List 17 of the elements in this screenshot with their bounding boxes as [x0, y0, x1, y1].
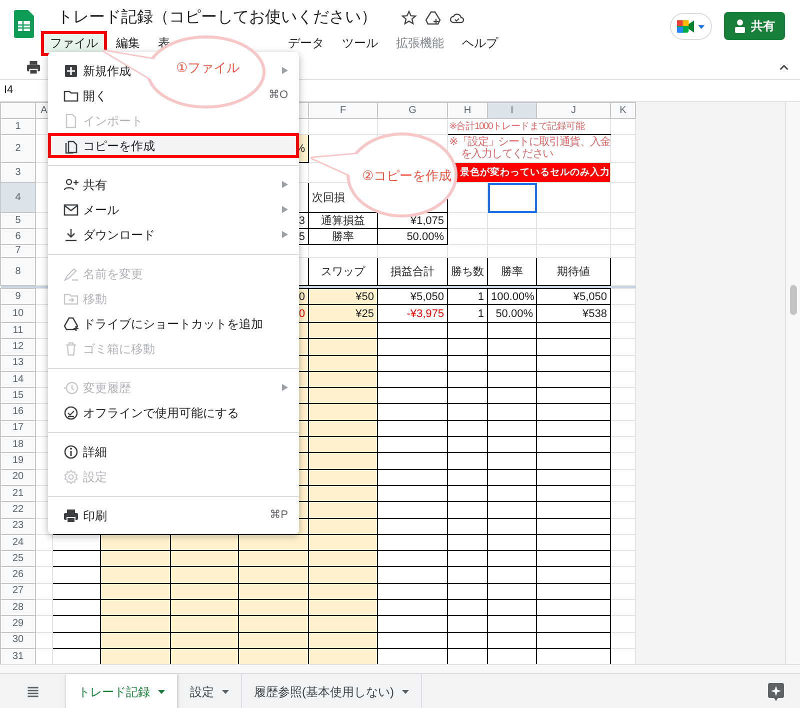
shortcut-text: ⌘P	[270, 508, 288, 524]
shortcut-text: ⌘O	[268, 88, 288, 104]
table-cell: -¥3,975	[378, 304, 448, 322]
table-cell: 通算損益	[308, 212, 378, 228]
callout-text: ①ファイル	[176, 59, 240, 77]
table-cell: 100.00%	[488, 288, 536, 304]
table-cell: ¥538	[536, 304, 610, 322]
table-cell: ※合計1000トレードまで記録可能	[448, 118, 610, 134]
table-cell: ¥25	[308, 304, 378, 322]
table-cell: ¥50	[308, 288, 378, 304]
table-cell: 1	[448, 288, 488, 304]
table-cell: ¥5,050	[536, 288, 610, 304]
table-cell: 1	[448, 304, 488, 322]
table-cell: 50.00%	[378, 228, 448, 244]
table-cell: 勝率	[308, 228, 378, 244]
table-cell: ¥5,050	[378, 288, 448, 304]
table-cell: 50.00%	[488, 304, 536, 322]
